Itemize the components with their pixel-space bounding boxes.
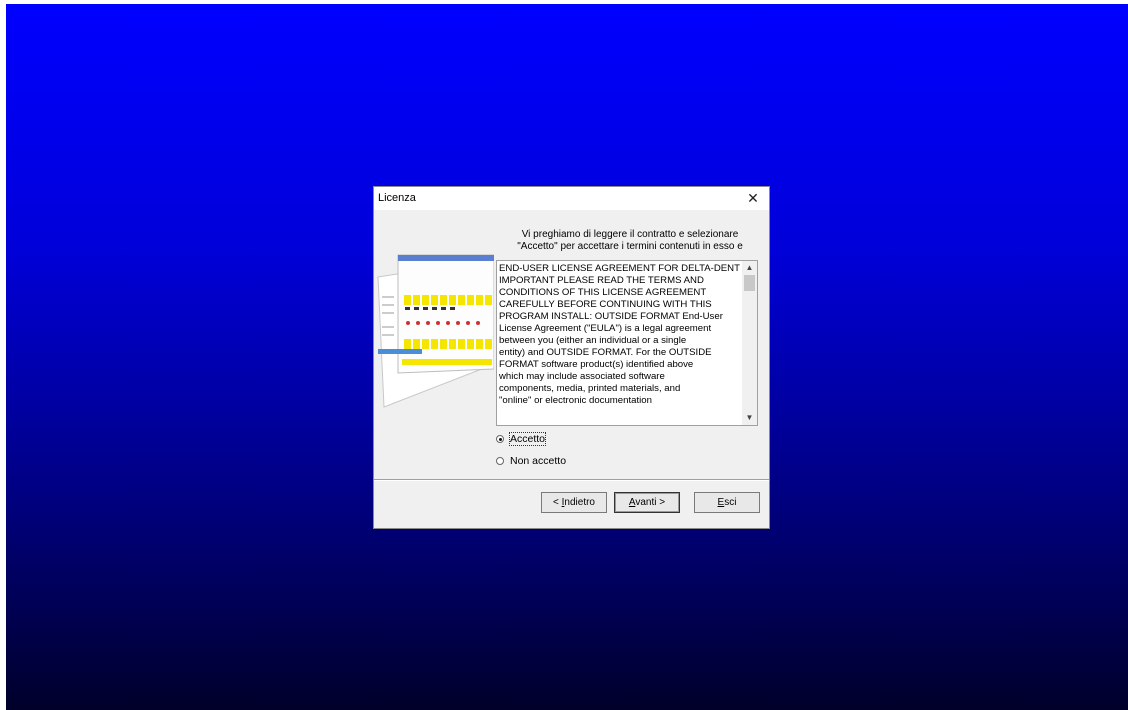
radio-accept-option[interactable]: Accetto [496, 432, 547, 446]
close-button[interactable]: ✕ [739, 187, 767, 210]
dialog-title: Licenza [378, 192, 416, 204]
software-screenshot-image [374, 247, 495, 423]
eula-text: END-USER LICENSE AGREEMENT FOR DELTA-DEN… [499, 263, 740, 406]
button-separator [374, 479, 769, 481]
eula-scrollbar[interactable]: ▲ ▼ [742, 261, 757, 425]
radio-accept-label[interactable]: Accetto [508, 432, 547, 446]
chevron-up-icon[interactable]: ▲ [742, 261, 757, 275]
back-button-prefix: < [553, 497, 562, 508]
radio-decline-label[interactable]: Non accetto [510, 455, 566, 467]
radio-decline-option[interactable]: Non accetto [496, 455, 566, 467]
instructions-line-1: Vi preghiamo di leggere il contratto e s… [521, 229, 739, 240]
eula-textbox[interactable]: END-USER LICENSE AGREEMENT FOR DELTA-DEN… [496, 260, 758, 426]
title-bar: Licenza ✕ [374, 187, 769, 210]
license-dialog: Licenza ✕ Vi preghiamo di leggere il con… [373, 186, 770, 529]
close-icon: ✕ [747, 190, 759, 206]
exit-button[interactable]: Esci [694, 492, 760, 513]
scroll-thumb[interactable] [744, 275, 755, 291]
radio-accept[interactable] [496, 435, 504, 443]
instructions-line-2: "Accetto" per accettare i termini conten… [517, 241, 743, 252]
next-button[interactable]: Avanti > [614, 492, 680, 513]
next-button-rest: vanti > [635, 497, 666, 508]
desktop: Licenza ✕ Vi preghiamo di leggere il con… [0, 0, 1128, 710]
back-button-rest: ndietro [564, 497, 595, 508]
radio-decline[interactable] [496, 457, 504, 465]
instructions-text: Vi preghiamo di leggere il contratto e s… [496, 229, 764, 253]
back-button[interactable]: < Indietro [541, 492, 607, 513]
chevron-down-icon[interactable]: ▼ [742, 411, 757, 425]
exit-button-rest: sci [724, 497, 737, 508]
